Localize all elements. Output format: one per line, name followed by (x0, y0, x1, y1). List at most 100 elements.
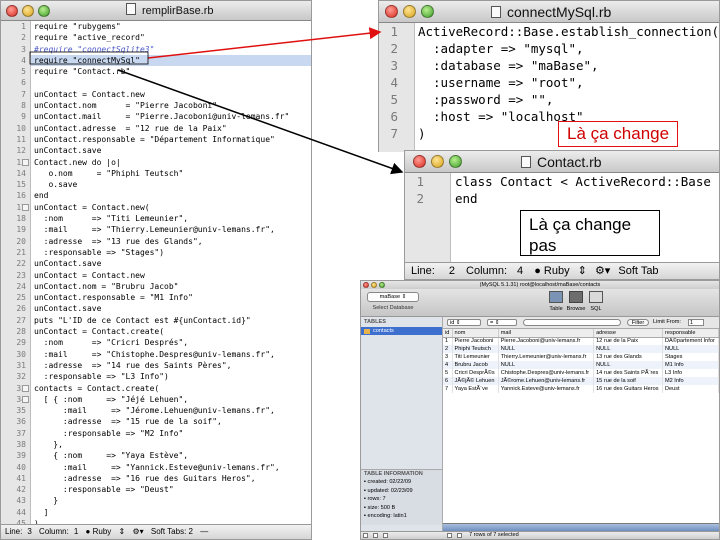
table-cell[interactable]: DÃ©partement Infor (662, 337, 719, 345)
close-button[interactable] (6, 5, 18, 17)
line-value[interactable]: 2 (449, 265, 455, 277)
language-popup[interactable]: ● Ruby ⇕ (534, 265, 587, 277)
code-area[interactable]: require "rubygems" require "active_record… (31, 21, 311, 528)
table-cell[interactable]: Cricri DesprÃ©s (452, 369, 499, 377)
sql-button[interactable]: SQL (586, 306, 606, 312)
fold-marker[interactable] (22, 158, 29, 166)
column-header[interactable]: responsable (662, 329, 719, 338)
table-cell[interactable]: Yaya EstÃ¨ve (452, 385, 499, 393)
table-cell[interactable]: 7 (443, 385, 453, 393)
code-line: unContact = Contact.new (34, 89, 145, 99)
table-cell[interactable]: M1 Info (662, 361, 719, 369)
table-cell[interactable]: 3 (443, 353, 453, 361)
browse-icon[interactable] (569, 291, 583, 303)
minimize-button[interactable] (22, 5, 34, 17)
table-cell[interactable]: Yannick.Esteve@univ-lemans.fr (498, 385, 595, 393)
fold-marker[interactable] (22, 203, 29, 211)
database-select[interactable]: maBase ⇕ (367, 292, 419, 302)
column-header[interactable]: mail (498, 329, 595, 338)
table-cell[interactable]: 15 rue de la soif (593, 377, 663, 385)
results-table[interactable]: id nom mail adresse responsable 1 Pierre Jaco… (443, 329, 719, 393)
table-row[interactable]: 5 Cricri DesprÃ©s Chistophe.Despres@univ-l… (443, 369, 719, 377)
table-cell[interactable]: 12 rue de la Paix (593, 337, 663, 345)
table-cell[interactable]: JÃ©jÃ© Lehuen (452, 377, 499, 385)
column-value[interactable]: 4 (517, 265, 523, 277)
table-cell[interactable]: L3 Info (662, 369, 719, 377)
table-cell[interactable]: Deust (662, 385, 719, 393)
browse-button[interactable]: Browse (566, 306, 586, 312)
table-row[interactable]: 4 Brubru Jacob NULL NULL M1 Info (443, 361, 719, 369)
close-button[interactable] (363, 282, 369, 288)
filter-value-input[interactable] (523, 319, 621, 326)
table-cell[interactable]: Pierre Jacoboni (452, 337, 499, 345)
refresh-icon[interactable] (383, 533, 388, 538)
table-cell[interactable]: NULL (498, 361, 595, 369)
table-cell[interactable]: NULL (593, 345, 663, 353)
close-button[interactable] (413, 155, 426, 168)
table-icon[interactable] (549, 291, 563, 303)
table-row[interactable]: 1 Pierre Jacoboni Pierre.Jacoboni@univ-lem… (443, 337, 719, 345)
table-cell[interactable]: 2 (443, 345, 453, 353)
code-line: unContact.responsable = "M1 Info" (34, 293, 193, 303)
table-cell[interactable]: 1 (443, 337, 453, 345)
soft-tabs-popup[interactable]: Soft Tabs: 2 (151, 527, 193, 536)
table-row[interactable]: 3 Titi Lemeunier Thierry.Lemeunier@univ-le… (443, 353, 719, 361)
table-cell[interactable]: Thierry.Lemeunier@univ-lemans.fr (498, 353, 595, 361)
sql-icon[interactable] (589, 291, 603, 303)
table-row[interactable]: 2 Phiphi Teutsch NULL NULL NULL (443, 345, 719, 353)
table-button[interactable]: Table (546, 306, 566, 312)
zoom-button[interactable] (38, 5, 50, 17)
table-row[interactable]: 7 Yaya EstÃ¨ve Yannick.Esteve@univ-lemans.… (443, 385, 719, 393)
table-cell[interactable]: Chistophe.Despres@univ-lemans.fr (498, 369, 595, 377)
code-line: end (455, 191, 478, 206)
code-editor[interactable]: 1234567891011121314151617181920212223242… (1, 21, 311, 528)
table-cell[interactable]: Stages (662, 353, 719, 361)
zoom-button[interactable] (421, 5, 434, 18)
limit-input[interactable]: 1 (688, 319, 704, 326)
table-cell[interactable]: 14 rue des Saints PÃ¨res (593, 369, 663, 377)
fold-marker[interactable] (22, 395, 29, 403)
fold-marker[interactable] (22, 384, 29, 392)
close-button[interactable] (385, 5, 398, 18)
zoom-button[interactable] (379, 282, 385, 288)
add-row-icon[interactable] (447, 533, 452, 538)
table-item-contacts[interactable]: contacts (361, 327, 442, 335)
column-header[interactable]: id (443, 329, 453, 338)
table-cell[interactable]: 4 (443, 361, 453, 369)
column-value[interactable]: 1 (74, 527, 78, 536)
filter-operator-select[interactable]: = ⇕ (487, 319, 517, 326)
table-cell[interactable]: Pierre.Jacoboni@univ-lemans.fr (498, 337, 595, 345)
soft-tabs-popup[interactable]: Soft Tab (618, 265, 658, 277)
table-cell[interactable]: Brubru Jacob (452, 361, 499, 369)
table-row[interactable]: 6 JÃ©jÃ© Lehuen JÃ©rome.Lehuen@univ-lemans… (443, 377, 719, 385)
column-header[interactable]: nom (452, 329, 499, 338)
table-cell[interactable]: NULL (662, 345, 719, 353)
gear-icon[interactable]: ⚙▾ (595, 265, 610, 277)
table-cell[interactable]: Phiphi Teutsch (452, 345, 499, 353)
minimize-button[interactable] (431, 155, 444, 168)
table-cell[interactable]: 6 (443, 377, 453, 385)
zoom-button[interactable] (449, 155, 462, 168)
table-cell[interactable]: Titi Lemeunier (452, 353, 499, 361)
table-cell[interactable]: 5 (443, 369, 453, 377)
gear-icon[interactable]: ⚙▾ (132, 527, 143, 536)
filter-button[interactable]: Filter (627, 319, 649, 326)
minimize-button[interactable] (403, 5, 416, 18)
table-cell[interactable]: 13 rue des Glands (593, 353, 663, 361)
table-cell[interactable]: M2 Info (662, 377, 719, 385)
minimize-button[interactable] (371, 282, 377, 288)
table-cell[interactable]: 16 rue des Guitars Heros (593, 385, 663, 393)
horizontal-scrollbar[interactable] (443, 523, 719, 531)
add-table-icon[interactable] (363, 533, 368, 538)
table-cell[interactable]: NULL (498, 345, 595, 353)
line-number: 4 (21, 55, 26, 65)
table-cell[interactable]: NULL (593, 361, 663, 369)
language-popup[interactable]: ● Ruby ⇕ (86, 527, 126, 536)
filter-field-select[interactable]: id ⇕ (447, 319, 481, 326)
column-header[interactable]: adresse (593, 329, 663, 338)
symbol-popup[interactable]: — (200, 527, 208, 536)
gear-icon[interactable] (373, 533, 378, 538)
table-cell[interactable]: JÃ©rome.Lehuen@univ-lemans.fr (498, 377, 595, 385)
line-value[interactable]: 3 (27, 527, 31, 536)
remove-row-icon[interactable] (457, 533, 462, 538)
